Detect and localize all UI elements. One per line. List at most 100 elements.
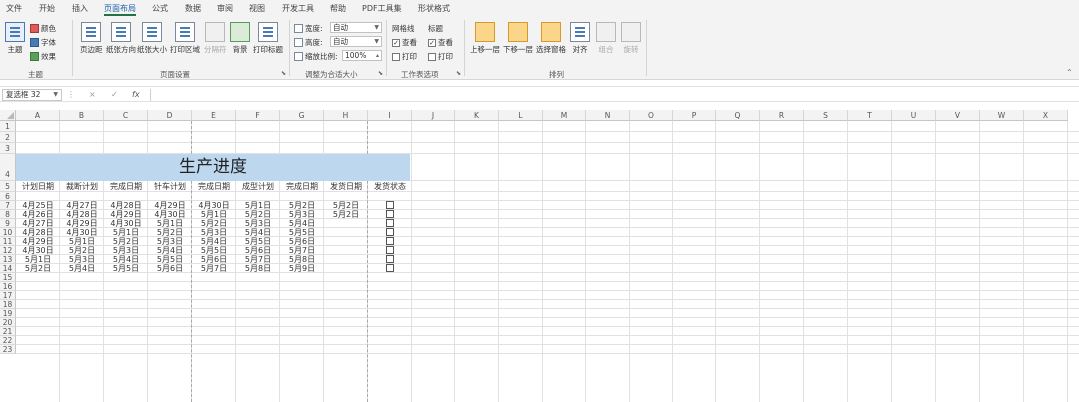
column-header[interactable]: M [543, 110, 586, 121]
column-header[interactable]: N [586, 110, 630, 121]
table-cell[interactable]: 4月29日 [104, 210, 148, 219]
table-header-cell[interactable]: 计划日期 [16, 181, 60, 192]
tab-page-layout[interactable]: 页面布局 [104, 3, 136, 14]
chevron-up-icon[interactable]: ⌃ [1066, 68, 1073, 77]
table-cell[interactable]: 5月3日 [280, 210, 324, 219]
table-cell[interactable]: 5月1日 [16, 255, 60, 264]
send-backward-button[interactable]: 下移一层 [503, 22, 533, 55]
table-cell[interactable]: 5月3日 [236, 219, 280, 228]
table-cell[interactable]: 5月1日 [148, 219, 192, 228]
table-header-cell[interactable]: 成型计划 [236, 181, 280, 192]
table-cell[interactable]: 5月5日 [236, 237, 280, 246]
table-cell[interactable]: 4月30日 [192, 201, 236, 210]
gridlines-print-checkbox[interactable]: 打印 [392, 51, 417, 62]
column-header[interactable]: F [236, 110, 280, 121]
column-header[interactable]: P [673, 110, 716, 121]
table-header-cell[interactable]: 完成日期 [280, 181, 324, 192]
table-cell[interactable]: 5月3日 [60, 255, 104, 264]
table-cell[interactable]: 5月5日 [148, 255, 192, 264]
headings-view-checkbox[interactable]: 查看 [428, 37, 453, 48]
table-cell[interactable]: 5月3日 [192, 228, 236, 237]
row-header[interactable]: 8 [0, 210, 16, 219]
row-header[interactable]: 14 [0, 264, 16, 273]
rotate-button[interactable]: 旋转 [621, 22, 641, 55]
gridlines-view-checkbox[interactable]: 查看 [392, 37, 417, 48]
row-header[interactable]: 1 [0, 121, 16, 132]
table-cell[interactable]: 5月5日 [192, 246, 236, 255]
table-cell[interactable]: 5月2日 [280, 201, 324, 210]
name-box[interactable]: 复选框 32 ▼ [2, 89, 62, 101]
column-header[interactable]: E [192, 110, 236, 121]
theme-effects-button[interactable]: 效果 [30, 51, 56, 62]
row-header[interactable]: 10 [0, 228, 16, 237]
table-cell[interactable]: 5月7日 [236, 255, 280, 264]
tab-formulas[interactable]: 公式 [152, 3, 168, 14]
height-select[interactable]: 自动 ▼ [330, 36, 382, 47]
table-cell[interactable]: 5月5日 [280, 228, 324, 237]
column-header[interactable]: A [16, 110, 60, 121]
shipping-status-checkbox[interactable] [386, 201, 394, 209]
shipping-status-checkbox[interactable] [386, 219, 394, 227]
table-header-cell[interactable]: 针车计划 [148, 181, 192, 192]
table-header-cell[interactable]: 裁断计划 [60, 181, 104, 192]
formula-input[interactable] [150, 89, 1075, 101]
row-header[interactable]: 23 [0, 345, 16, 354]
row-header[interactable]: 22 [0, 336, 16, 345]
row-header[interactable]: 11 [0, 237, 16, 246]
table-cell[interactable]: 4月28日 [60, 210, 104, 219]
tab-data[interactable]: 数据 [185, 3, 201, 14]
column-header[interactable]: K [455, 110, 499, 121]
table-cell[interactable]: 4月28日 [16, 228, 60, 237]
column-header[interactable]: X [1024, 110, 1068, 121]
column-header[interactable]: R [760, 110, 804, 121]
theme-fonts-button[interactable]: 字体 [30, 37, 56, 48]
page-setup-launcher-icon[interactable]: ⬊ [281, 70, 286, 77]
table-cell[interactable]: 4月25日 [16, 201, 60, 210]
orientation-button[interactable]: 纸张方向 [106, 22, 136, 55]
table-cell[interactable]: 5月4日 [192, 237, 236, 246]
row-header[interactable]: 15 [0, 273, 16, 282]
size-button[interactable]: 纸张大小 [137, 22, 167, 55]
column-header[interactable]: I [368, 110, 412, 121]
table-cell[interactable]: 5月6日 [192, 255, 236, 264]
row-header[interactable]: 18 [0, 300, 16, 309]
background-button[interactable]: 背景 [230, 22, 250, 55]
shipping-status-checkbox[interactable] [386, 237, 394, 245]
table-header-cell[interactable]: 完成日期 [104, 181, 148, 192]
row-header[interactable]: 16 [0, 282, 16, 291]
table-cell[interactable]: 5月2日 [16, 264, 60, 273]
row-header[interactable]: 12 [0, 246, 16, 255]
tab-home[interactable]: 开始 [39, 3, 55, 14]
table-cell[interactable]: 5月6日 [280, 237, 324, 246]
table-cell[interactable]: 5月2日 [324, 210, 368, 219]
column-header[interactable]: C [104, 110, 148, 121]
column-header[interactable]: L [499, 110, 543, 121]
table-cell[interactable]: 5月2日 [148, 228, 192, 237]
column-header[interactable]: D [148, 110, 192, 121]
tab-view[interactable]: 视图 [249, 3, 265, 14]
row-header[interactable]: 17 [0, 291, 16, 300]
table-cell[interactable]: 4月29日 [16, 237, 60, 246]
table-cell[interactable]: 5月6日 [236, 246, 280, 255]
cancel-icon[interactable]: × [89, 90, 96, 99]
table-cell[interactable]: 5月1日 [192, 210, 236, 219]
column-header[interactable]: S [804, 110, 848, 121]
table-cell[interactable]: 5月2日 [192, 219, 236, 228]
row-header[interactable]: 4 [0, 154, 16, 181]
table-cell[interactable]: 4月30日 [60, 228, 104, 237]
table-cell[interactable]: 5月7日 [192, 264, 236, 273]
tab-shape-format[interactable]: 形状格式 [418, 3, 450, 14]
table-cell[interactable]: 4月27日 [60, 201, 104, 210]
table-cell[interactable]: 5月5日 [104, 264, 148, 273]
width-select[interactable]: 自动 ▼ [330, 22, 382, 33]
row-header[interactable]: 13 [0, 255, 16, 264]
tab-help[interactable]: 帮助 [330, 3, 346, 14]
tab-review[interactable]: 审阅 [217, 3, 233, 14]
column-header[interactable]: J [412, 110, 455, 121]
themes-button[interactable]: 主题 [5, 22, 25, 55]
table-header-cell[interactable]: 发货日期 [324, 181, 368, 192]
breaks-button[interactable]: 分隔符 [204, 22, 227, 55]
shipping-status-checkbox[interactable] [386, 228, 394, 236]
table-cell[interactable]: 5月4日 [280, 219, 324, 228]
shipping-status-checkbox[interactable] [386, 264, 394, 272]
